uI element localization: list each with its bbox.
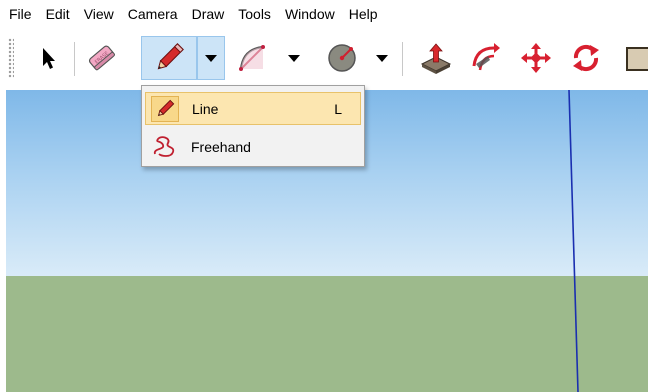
toolbar-separator: [74, 42, 75, 76]
pencil-icon: [157, 99, 175, 116]
circle-dropdown-arrow[interactable]: [374, 36, 390, 80]
pencil-icon: [157, 43, 184, 70]
menu-item-line[interactable]: Line L: [145, 92, 361, 125]
menu-draw[interactable]: Draw: [185, 0, 232, 28]
toolbar: ERASE: [0, 28, 648, 88]
eraser-icon: ERASE: [88, 45, 115, 71]
menu-window[interactable]: Window: [278, 0, 342, 28]
eraser-tool-button[interactable]: ERASE: [82, 36, 122, 80]
select-tool-button[interactable]: [28, 36, 68, 80]
follow-me-icon: [472, 43, 500, 71]
arc-tool-button[interactable]: [232, 36, 272, 80]
chevron-down-icon: [376, 54, 388, 62]
pencil-tool-button[interactable]: [141, 36, 197, 80]
menu-bar: File Edit View Camera Draw Tools Window …: [0, 0, 648, 28]
circle-tool-button[interactable]: [322, 36, 362, 80]
scale-tool-button[interactable]: [622, 36, 648, 80]
freehand-icon: [153, 135, 175, 157]
menu-camera[interactable]: Camera: [121, 0, 185, 28]
arrow-cursor-icon: [43, 48, 55, 69]
chevron-down-icon: [288, 54, 300, 62]
rotate-tool-button[interactable]: [566, 36, 606, 80]
move-icon: [521, 43, 551, 73]
arc-icon: [239, 45, 265, 71]
menu-item-freehand[interactable]: Freehand: [145, 130, 361, 163]
menu-tools[interactable]: Tools: [231, 0, 278, 28]
pencil-dropdown-arrow[interactable]: [197, 36, 225, 80]
scale-icon: [626, 47, 648, 71]
menu-item-label: Line: [192, 100, 219, 117]
rotate-icon: [573, 44, 599, 72]
draw-tools-dropdown: Line L Freehand: [141, 85, 365, 167]
menu-item-label: Freehand: [191, 138, 251, 155]
menu-file[interactable]: File: [2, 0, 39, 28]
shortcut-key: L: [334, 100, 342, 117]
move-tool-button[interactable]: [516, 36, 556, 80]
menu-view[interactable]: View: [77, 0, 121, 28]
follow-me-tool-button[interactable]: [466, 36, 506, 80]
arc-dropdown-arrow[interactable]: [286, 36, 302, 80]
circle-icon: [328, 44, 356, 72]
menu-edit[interactable]: Edit: [39, 0, 77, 28]
menu-help[interactable]: Help: [342, 0, 385, 28]
toolbar-separator: [402, 42, 403, 76]
push-pull-icon: [420, 43, 452, 74]
chevron-down-icon: [205, 54, 217, 62]
toolbar-grip[interactable]: [8, 38, 14, 78]
push-pull-tool-button[interactable]: [416, 36, 456, 80]
